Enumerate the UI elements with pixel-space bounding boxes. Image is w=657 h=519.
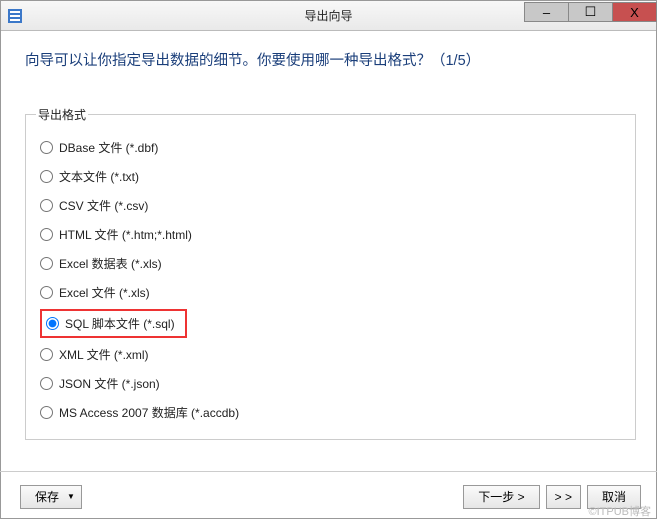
save-label: 保存 [35, 488, 59, 505]
option-csv[interactable]: CSV 文件 (*.csv) [36, 191, 625, 220]
app-icon [7, 8, 23, 24]
option-label: Excel 数据表 (*.xls) [59, 255, 162, 272]
group-legend: 导出格式 [36, 106, 88, 123]
cancel-button[interactable]: 取消 [587, 485, 641, 509]
radio-excel-sheet[interactable] [40, 257, 53, 270]
skip-button[interactable]: > > [546, 485, 581, 509]
option-xml[interactable]: XML 文件 (*.xml) [36, 340, 625, 369]
option-label: CSV 文件 (*.csv) [59, 197, 148, 214]
radio-csv[interactable] [40, 199, 53, 212]
option-label: JSON 文件 (*.json) [59, 375, 160, 392]
export-format-group: 导出格式 DBase 文件 (*.dbf) 文本文件 (*.txt) CSV 文… [25, 106, 636, 440]
footer: 保存 ▼ 下一步 > > > 取消 [0, 471, 657, 513]
radio-xml[interactable] [40, 348, 53, 361]
radio-json[interactable] [40, 377, 53, 390]
option-text[interactable]: 文本文件 (*.txt) [36, 162, 625, 191]
option-label: Excel 文件 (*.xls) [59, 284, 150, 301]
option-label: 文本文件 (*.txt) [59, 168, 139, 185]
option-json[interactable]: JSON 文件 (*.json) [36, 369, 625, 398]
radio-access[interactable] [40, 406, 53, 419]
radio-text[interactable] [40, 170, 53, 183]
chevron-down-icon: ▼ [67, 492, 75, 501]
titlebar[interactable]: 导出向导 – ☐ X [1, 1, 656, 31]
option-label: SQL 脚本文件 (*.sql) [65, 315, 175, 332]
option-excel-sheet[interactable]: Excel 数据表 (*.xls) [36, 249, 625, 278]
radio-sql[interactable] [46, 317, 59, 330]
option-dbase[interactable]: DBase 文件 (*.dbf) [36, 133, 625, 162]
radio-excel-file[interactable] [40, 286, 53, 299]
option-sql[interactable]: SQL 脚本文件 (*.sql) [40, 309, 187, 338]
option-excel-file[interactable]: Excel 文件 (*.xls) [36, 278, 625, 307]
content-area: 向导可以让你指定导出数据的细节。你要使用哪一种导出格式？（1/5） 导出格式 D… [1, 31, 656, 440]
radio-html[interactable] [40, 228, 53, 241]
page-heading: 向导可以让你指定导出数据的细节。你要使用哪一种导出格式？（1/5） [25, 49, 636, 70]
option-access[interactable]: MS Access 2007 数据库 (*.accdb) [36, 398, 625, 427]
window-controls: – ☐ X [524, 1, 656, 30]
option-label: DBase 文件 (*.dbf) [59, 139, 158, 156]
option-label: XML 文件 (*.xml) [59, 346, 149, 363]
window-title: 导出向导 [304, 7, 352, 24]
radio-dbase[interactable] [40, 141, 53, 154]
option-html[interactable]: HTML 文件 (*.htm;*.html) [36, 220, 625, 249]
close-button[interactable]: X [612, 2, 657, 22]
maximize-button[interactable]: ☐ [568, 2, 613, 22]
option-label: MS Access 2007 数据库 (*.accdb) [59, 404, 239, 421]
next-button[interactable]: 下一步 > [463, 485, 539, 509]
save-button[interactable]: 保存 ▼ [20, 485, 82, 509]
option-label: HTML 文件 (*.htm;*.html) [59, 226, 192, 243]
minimize-button[interactable]: – [524, 2, 569, 22]
